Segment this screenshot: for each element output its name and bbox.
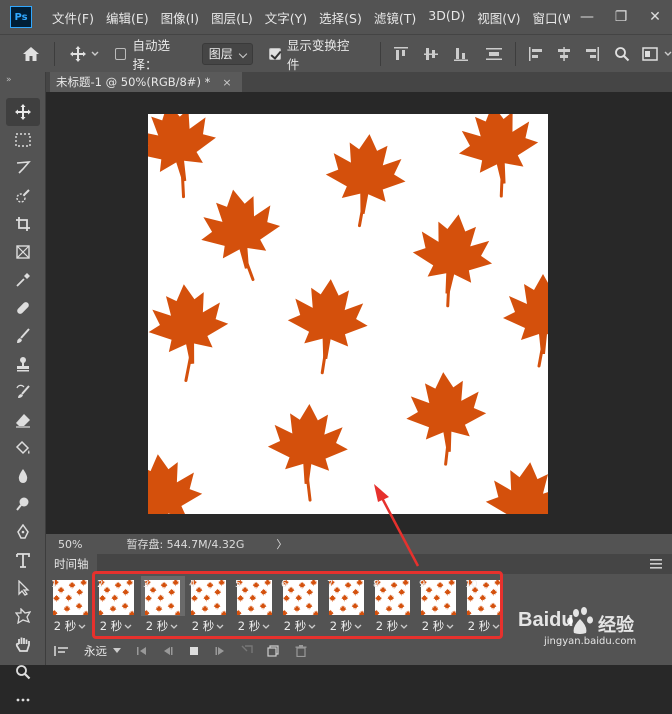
- separator: [380, 41, 382, 66]
- frame-number: 1: [51, 579, 58, 590]
- shape-tool[interactable]: [6, 602, 40, 630]
- paint-bucket-tool[interactable]: [6, 434, 40, 462]
- panel-collapse-icon[interactable]: »: [0, 72, 45, 98]
- document-title: 未标题-1 @ 50%(RGB/8#) *: [56, 75, 211, 89]
- menu-type[interactable]: 文字(Y): [261, 8, 315, 27]
- frame-delay-label: 2 秒: [53, 619, 77, 633]
- panel-menu-icon[interactable]: [650, 559, 662, 569]
- auto-select-checkbox[interactable]: [114, 47, 127, 60]
- frame-thumbnail: [53, 580, 88, 615]
- pen-tool[interactable]: [6, 518, 40, 546]
- prev-frame-icon[interactable]: [163, 646, 173, 656]
- status-menu-arrow[interactable]: 〉: [276, 536, 287, 552]
- hand-tool[interactable]: [6, 630, 40, 658]
- zoom-level[interactable]: 50%: [58, 538, 82, 551]
- canvas-workspace: [46, 92, 672, 534]
- tween-icon[interactable]: [241, 645, 253, 657]
- crop-tool[interactable]: [6, 210, 40, 238]
- menu-filter[interactable]: 滤镜(T): [370, 8, 424, 27]
- type-tool[interactable]: [6, 546, 40, 574]
- menu-list: 文件(F) 编辑(E) 图像(I) 图层(L) 文字(Y) 选择(S) 滤镜(T…: [48, 8, 583, 27]
- blur-tool[interactable]: [6, 462, 40, 490]
- menu-view[interactable]: 视图(V): [473, 8, 528, 27]
- document-tab[interactable]: 未标题-1 @ 50%(RGB/8#) * ×: [50, 72, 242, 92]
- minimize-button[interactable]: —: [570, 0, 604, 34]
- stamp-tool[interactable]: [6, 350, 40, 378]
- chevron-down-icon[interactable]: [664, 51, 672, 57]
- align-top-icon[interactable]: [393, 46, 409, 62]
- marquee-tool[interactable]: [6, 126, 40, 154]
- window-controls: — ❐ ✕: [570, 0, 672, 34]
- layer-select[interactable]: 图层: [201, 42, 254, 65]
- healing-brush-tool[interactable]: [6, 294, 40, 322]
- scratch-disk-info: 暂存盘: 544.7M/4.32G: [126, 538, 245, 551]
- path-select-tool[interactable]: [6, 574, 40, 602]
- close-button[interactable]: ✕: [638, 0, 672, 34]
- separator: [54, 41, 55, 66]
- show-transform-checkbox[interactable]: [269, 47, 281, 60]
- photoshop-logo: Ps: [10, 6, 32, 28]
- timeline-tab[interactable]: 时间轴: [46, 554, 97, 574]
- move-tool[interactable]: [6, 98, 40, 126]
- menu-edit[interactable]: 编辑(E): [102, 8, 157, 27]
- watermark-sub: 经验: [598, 615, 634, 636]
- more-tools-icon[interactable]: [6, 686, 40, 714]
- loop-option[interactable]: 永远: [84, 643, 107, 659]
- align-vcenter-icon[interactable]: [423, 46, 439, 62]
- menu-3d[interactable]: 3D(D): [424, 8, 473, 27]
- brush-tool[interactable]: [6, 322, 40, 350]
- tools-panel: »: [0, 72, 46, 702]
- maple-leaf-pattern: [148, 114, 548, 514]
- distribute-icon[interactable]: [485, 46, 503, 62]
- lasso-tool[interactable]: [6, 154, 40, 182]
- auto-select-label: 自动选择：: [132, 37, 170, 72]
- chevron-down-icon[interactable]: [113, 648, 121, 654]
- show-transform-label: 显示变换控件: [286, 37, 350, 72]
- stop-icon[interactable]: [189, 646, 199, 656]
- menu-select[interactable]: 选择(S): [315, 8, 370, 27]
- trash-icon[interactable]: [295, 645, 307, 657]
- align-right-icon[interactable]: [584, 46, 600, 62]
- align-hcenter-icon[interactable]: [556, 46, 572, 62]
- eyedropper-tool[interactable]: [6, 266, 40, 294]
- options-bar: 自动选择： 图层 显示变换控件: [0, 34, 672, 72]
- eraser-tool[interactable]: [6, 406, 40, 434]
- menu-file[interactable]: 文件(F): [48, 8, 102, 27]
- dodge-tool[interactable]: [6, 490, 40, 518]
- history-brush-tool[interactable]: [6, 378, 40, 406]
- quick-select-tool[interactable]: [6, 182, 40, 210]
- align-bottom-icon[interactable]: [453, 46, 469, 62]
- separator: [515, 41, 516, 66]
- watermark-brand: Baidu: [518, 609, 574, 631]
- search-icon[interactable]: [614, 46, 630, 62]
- status-bar: 50% 暂存盘: 544.7M/4.32G 〉: [46, 534, 672, 554]
- baidu-watermark: Baidu 经验 jingyan.baidu.com: [518, 605, 658, 651]
- duplicate-frame-icon[interactable]: [267, 645, 279, 657]
- home-icon[interactable]: [22, 46, 40, 62]
- frame-tool[interactable]: [6, 238, 40, 266]
- move-tool-icon[interactable]: [69, 45, 87, 63]
- next-frame-icon[interactable]: [215, 646, 225, 656]
- chevron-down-icon: [76, 619, 86, 633]
- first-frame-icon[interactable]: [137, 646, 147, 656]
- chevron-down-icon[interactable]: [91, 51, 99, 57]
- menu-layer[interactable]: 图层(L): [207, 8, 261, 27]
- align-left-icon[interactable]: [528, 46, 544, 62]
- watermark-url: jingyan.baidu.com: [544, 636, 637, 647]
- workspace-icon[interactable]: [642, 46, 658, 61]
- menu-bar: Ps 文件(F) 编辑(E) 图像(I) 图层(L) 文字(Y) 选择(S) 滤…: [0, 0, 672, 34]
- restore-button[interactable]: ❐: [604, 0, 638, 34]
- frames-highlight-box: [92, 571, 503, 639]
- canvas[interactable]: [148, 114, 548, 514]
- close-icon[interactable]: ×: [222, 76, 231, 89]
- zoom-tool[interactable]: [6, 658, 40, 686]
- menu-image[interactable]: 图像(I): [157, 8, 207, 27]
- frame-delay[interactable]: 2 秒: [48, 618, 92, 634]
- convert-timeline-icon[interactable]: [54, 645, 68, 657]
- animation-frame[interactable]: 1 2 秒: [48, 576, 94, 634]
- document-tab-bar: 未标题-1 @ 50%(RGB/8#) * ×: [46, 72, 672, 92]
